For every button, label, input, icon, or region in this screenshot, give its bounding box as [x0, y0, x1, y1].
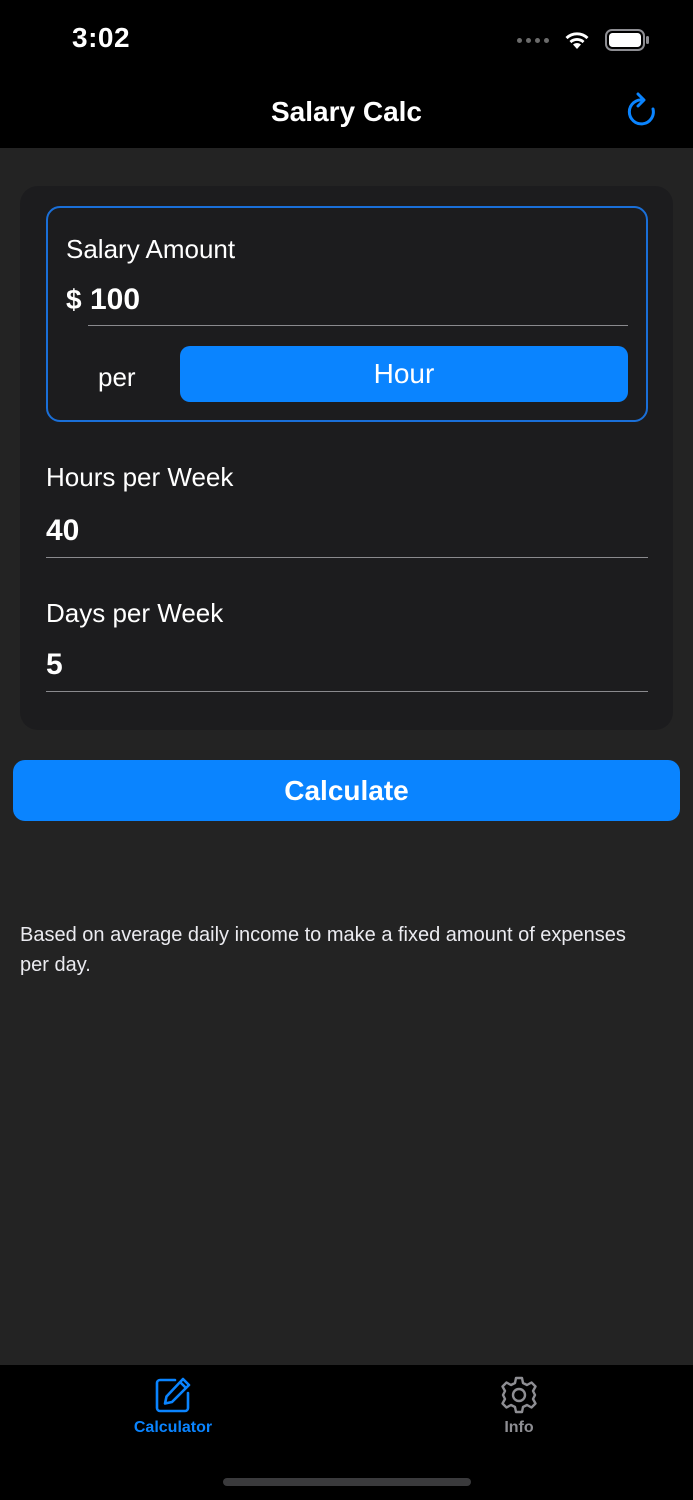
calculator-form-card: Salary Amount $ per Hour Hours per Week …: [20, 186, 673, 730]
days-per-week-input[interactable]: [46, 638, 648, 692]
currency-symbol: $: [66, 284, 82, 315]
refresh-icon: [627, 92, 655, 126]
tab-calculator[interactable]: Calculator: [73, 1375, 273, 1455]
status-icons: [517, 26, 651, 54]
salary-amount-label: Salary Amount: [66, 234, 236, 264]
days-per-week-label: Days per Week: [46, 598, 224, 628]
wifi-icon: [565, 32, 589, 49]
salary-amount-input[interactable]: [88, 274, 628, 326]
tab-info-label: Info: [504, 1419, 534, 1436]
battery-icon: [605, 29, 649, 51]
navigation-bar: Salary Calc: [0, 80, 693, 148]
home-indicator: [223, 1478, 471, 1486]
per-label: per: [98, 362, 136, 392]
refresh-button[interactable]: [623, 90, 663, 134]
gear-icon: [501, 1376, 537, 1414]
hours-per-week-input[interactable]: [46, 504, 648, 558]
tab-info[interactable]: Info: [419, 1375, 619, 1455]
salary-period-selector[interactable]: Hour: [180, 346, 628, 402]
calculate-button[interactable]: Calculate: [13, 760, 680, 821]
salary-amount-group: Salary Amount $ per Hour: [46, 206, 648, 422]
pencil-square-icon: [155, 1377, 191, 1413]
info-note: Based on average daily income to make a …: [20, 924, 626, 976]
status-bar: 3:02: [0, 0, 693, 80]
tab-calculator-label: Calculator: [133, 1419, 213, 1436]
status-time: 3:02: [72, 22, 131, 53]
hours-per-week-label: Hours per Week: [46, 462, 234, 492]
cellular-signal-icon: [517, 37, 549, 43]
page-title: Salary Calc: [271, 96, 422, 127]
